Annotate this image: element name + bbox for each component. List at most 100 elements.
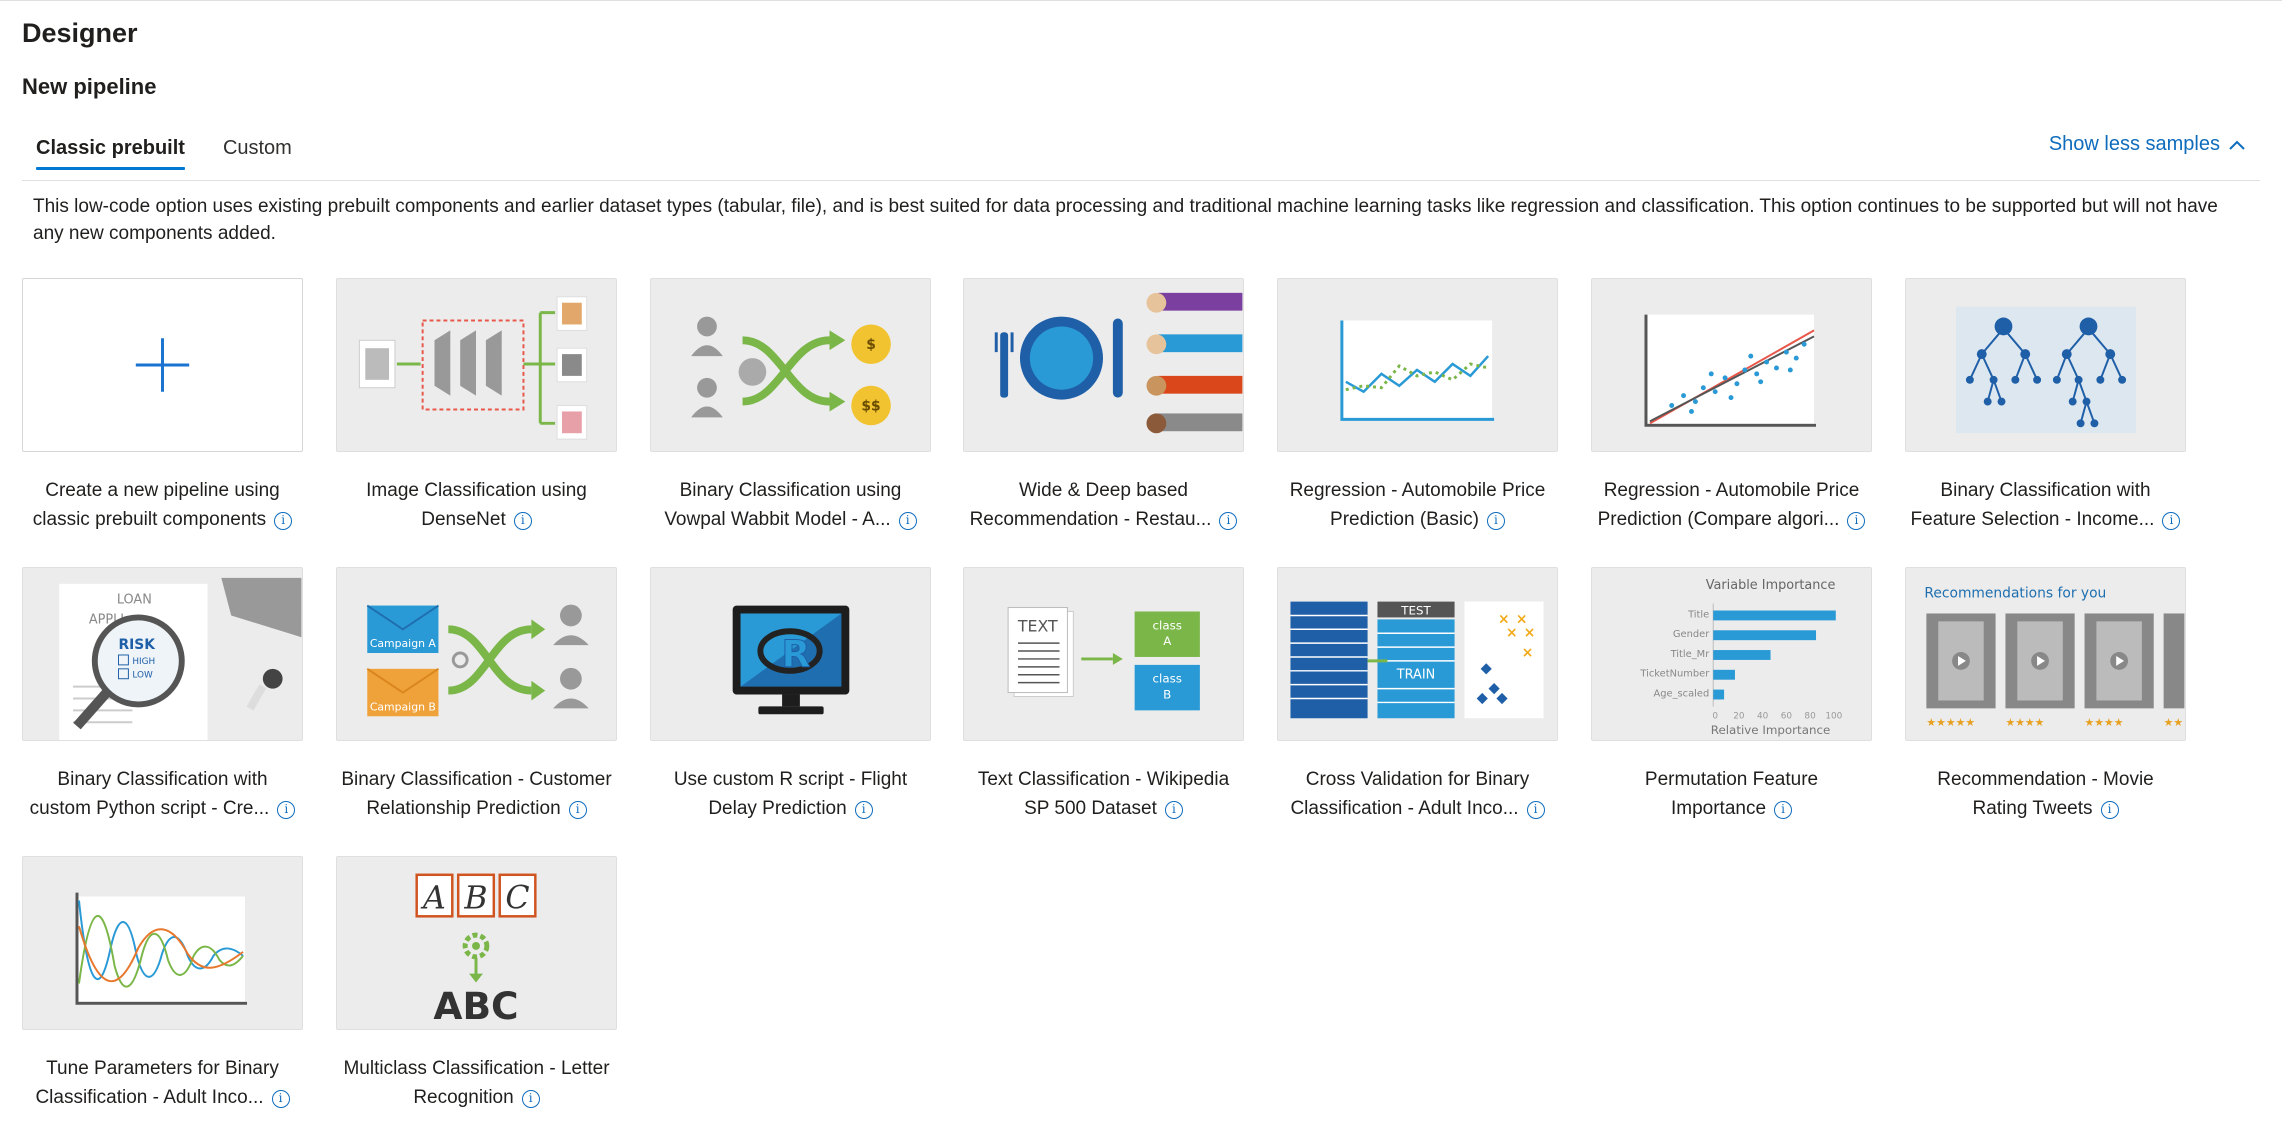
chevron-up-icon [2229,140,2245,150]
sample-card-create-new[interactable]: Create a new pipeline using classic preb… [22,278,303,534]
card-title-line2: Classification - Adult Inco... [1290,798,1519,819]
card-thumbnail [336,278,617,452]
info-icon[interactable]: i [1219,512,1238,530]
sample-card-customer-relationship[interactable]: Campaign A Campaign B Binary Classificat… [336,567,617,823]
info-icon[interactable]: i [854,801,873,819]
info-icon[interactable]: i [1847,512,1866,530]
sample-card-feature-selection[interactable]: Binary Classification with Feature Selec… [1905,278,2186,534]
sample-card-tune-parameters[interactable]: Tune Parameters for Binary Classificatio… [22,856,303,1112]
card-title-line1: Regression - Automobile Price [1289,480,1546,501]
feature-label-4: TicketNumber [1639,669,1710,680]
card-title-line2: Recommendation - Restau... [969,509,1212,530]
card-title-line2: Recognition [413,1087,514,1108]
sample-card-letter-recognition[interactable]: A B C ABC Multiclass Classification - Le… [336,856,617,1112]
tab-list: Classic prebuilt Custom [22,131,306,170]
plus-icon [135,338,190,392]
sample-card-regression-basic[interactable]: Regression - Automobile Price Prediction… [1277,278,1558,534]
info-icon[interactable]: i [1774,801,1793,819]
sample-card-custom-r-script[interactable]: R Use custom R script - Flight Delay Pre… [650,567,931,823]
page-subtitle: New pipeline [22,74,157,99]
card-title-line2: Prediction (Basic) [1330,509,1479,530]
card-title-line1: Binary Classification using [679,480,902,501]
card-title-line1: Cross Validation for Binary [1305,769,1530,790]
svg-text:$: $ [866,337,876,353]
tab-classic-prebuilt[interactable]: Classic prebuilt [22,131,199,170]
letter-b: B [463,880,487,916]
sample-card-binary-classification-vw[interactable]: $ $$ Binary Classification using Vowpal … [650,278,931,534]
sample-card-image-classification[interactable]: Image Classification using DenseNet i [336,278,617,534]
description-text: This low-code option uses existing prebu… [33,196,2218,244]
info-icon[interactable]: i [274,512,293,530]
train-text: TRAIN [1396,668,1435,683]
info-icon[interactable]: i [513,512,532,530]
feature-label-1: Title [1687,609,1709,620]
info-icon[interactable]: i [277,801,296,819]
card-title-line2: Importance [1670,798,1767,819]
card-thumbnail: Campaign A Campaign B [336,567,617,741]
sample-card-wide-deep-recommendation[interactable]: Wide & Deep based Recommendation - Resta… [963,278,1244,534]
card-title-line1: Binary Classification with [1940,480,2151,501]
card-title: Text Classification - Wikipedia SP 500 D… [963,765,1244,823]
text-classification-icon: TEXT class A class B [1007,607,1200,711]
info-icon[interactable]: i [2162,512,2181,530]
card-thumbnail: $ $$ [650,278,931,452]
feature-label-2: Gender [1673,629,1710,640]
svg-text:★★★★: ★★★★ [2005,716,2044,729]
test-text: TEST [1400,603,1431,617]
info-icon[interactable]: i [1164,801,1183,819]
low-text: LOW [132,671,153,681]
class-b-line1: class [1153,672,1182,686]
card-title-line2: SP 500 Dataset [1024,798,1157,819]
card-title: Use custom R script - Flight Delay Predi… [650,765,931,823]
letter-c: C [505,880,529,916]
card-title-line2: Relationship Prediction [366,798,561,819]
card-title-line1: Image Classification using [366,480,587,501]
class-b-line2: B [1163,687,1171,701]
r-text: R [781,632,810,676]
info-icon[interactable]: i [1526,801,1545,819]
show-less-samples-link[interactable]: Show less samples [2049,133,2246,156]
card-title-line2: custom Python script - Cre... [29,798,270,819]
card-title: Regression - Automobile Price Prediction… [1277,476,1558,534]
info-icon[interactable]: i [2100,801,2119,819]
letter-a: A [420,880,446,916]
r-monitor-icon: R [732,605,850,715]
card-title-line2: classic prebuilt components [32,509,267,530]
svg-text:×: × [1522,645,1534,661]
card-thumbnail: A B C ABC [336,856,617,1030]
card-title-line1: Use custom R script - Flight [673,769,908,790]
wave-chart-icon [75,892,248,1005]
info-icon[interactable]: i [271,1090,290,1108]
movie-recommendation-icon: Recommendations for you ★★★★★ ★★★★ ★★★★ ★★ [1924,586,2185,729]
card-thumbnail: Variable Importance Title Gender Title_M… [1591,567,1872,741]
card-thumbnail: Recommendations for you ★★★★★ ★★★★ ★★★★ ★★ [1905,567,2186,741]
sample-card-permutation-feature[interactable]: Variable Importance Title Gender Title_M… [1591,567,1872,823]
card-title-line1: Text Classification - Wikipedia [977,769,1230,790]
feature-label-3: Title_Mr [1670,649,1711,660]
info-icon[interactable]: i [898,512,917,530]
info-icon[interactable]: i [568,801,587,819]
card-title: Binary Classification using Vowpal Wabbi… [650,476,931,534]
sample-card-custom-python[interactable]: LOAN APPLI RISK HIGH LOW Binary Classifi… [22,567,303,823]
card-thumbnail: LOAN APPLI RISK HIGH LOW [22,567,303,741]
svg-text:★★: ★★ [2164,716,2184,729]
campaign-icon: Campaign A Campaign B [366,604,589,717]
page-title: Designer [22,18,138,48]
feature-importance-icon: Variable Importance Title Gender Title_M… [1639,578,1842,737]
card-thumbnail [22,856,303,1030]
card-title-line1: Regression - Automobile Price [1603,480,1860,501]
card-title: Permutation Feature Importance i [1591,765,1872,823]
svg-text:×: × [1524,625,1536,641]
info-icon[interactable]: i [1486,512,1505,530]
tab-custom[interactable]: Custom [209,131,306,170]
sample-card-movie-recommendation[interactable]: Recommendations for you ★★★★★ ★★★★ ★★★★ ★★ … [1905,567,2186,823]
campaign-b-text: Campaign B [370,700,436,713]
card-title-line2: Feature Selection - Income... [1910,509,2155,530]
card-title-line1: Binary Classification with [57,769,268,790]
sample-card-cross-validation[interactable]: TEST TRAIN × × × × × Cross Validation for Bi… [1277,567,1558,823]
info-icon[interactable]: i [521,1090,540,1108]
svg-text:$$: $$ [861,398,880,414]
sample-card-regression-compare[interactable]: Regression - Automobile Price Prediction… [1591,278,1872,534]
tick-60: 60 [1781,711,1793,721]
sample-card-text-classification[interactable]: TEXT class A class B Text Classification… [963,567,1244,823]
